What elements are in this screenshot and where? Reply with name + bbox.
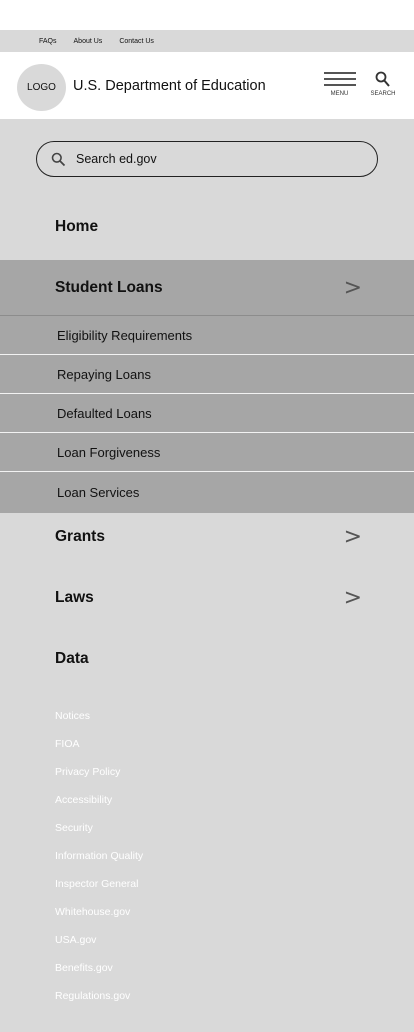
nav-item-label: Student Loans bbox=[55, 278, 163, 296]
footer-link-inspector-general[interactable]: Inspector General bbox=[55, 877, 143, 905]
site-title[interactable]: U.S. Department of Education bbox=[73, 78, 266, 94]
submenu-item-loan-forgiveness[interactable]: Loan Forgiveness bbox=[0, 433, 414, 472]
nav-item-label: Grants bbox=[55, 527, 105, 545]
utility-link-faqs[interactable]: FAQs bbox=[39, 38, 57, 45]
utility-link-about-us[interactable]: About Us bbox=[74, 38, 103, 45]
footer-link-regulations-gov[interactable]: Regulations.gov bbox=[55, 989, 143, 1017]
nav-item-label: Home bbox=[55, 217, 99, 235]
search-icon bbox=[375, 71, 390, 87]
nav-item-data[interactable]: Data bbox=[0, 628, 414, 689]
footer-links: Notices FIOA Privacy Policy Accessibilit… bbox=[55, 709, 143, 1017]
chevron-right-icon: > bbox=[343, 275, 362, 300]
footer-link-whitehouse[interactable]: Whitehouse.gov bbox=[55, 905, 143, 933]
nav-item-laws[interactable]: Laws > bbox=[0, 567, 414, 628]
utility-bar: FAQs About Us Contact Us bbox=[0, 30, 414, 52]
chevron-right-icon: > bbox=[343, 585, 362, 610]
search-button[interactable]: SEARCH bbox=[369, 71, 397, 97]
footer-link-security[interactable]: Security bbox=[55, 821, 143, 849]
footer-link-fioa[interactable]: FIOA bbox=[55, 737, 143, 765]
logo[interactable]: LOGO bbox=[17, 64, 66, 111]
submenu-item-repaying-loans[interactable]: Repaying Loans bbox=[0, 355, 414, 394]
submenu-item-defaulted-loans[interactable]: Defaulted Loans bbox=[0, 394, 414, 433]
hamburger-icon bbox=[323, 71, 356, 88]
nav-item-home[interactable]: Home bbox=[0, 196, 414, 257]
top-spacer bbox=[0, 0, 414, 30]
search-label: SEARCH bbox=[370, 91, 396, 97]
site-header: LOGO U.S. Department of Education MENU S… bbox=[0, 52, 414, 119]
footer-link-notices[interactable]: Notices bbox=[55, 709, 143, 737]
footer-link-usa-gov[interactable]: USA.gov bbox=[55, 933, 143, 961]
nav-item-student-loans[interactable]: Student Loans > bbox=[0, 260, 414, 316]
chevron-right-icon: > bbox=[343, 524, 362, 549]
footer-link-privacy-policy[interactable]: Privacy Policy bbox=[55, 765, 143, 793]
nav-item-label: Laws bbox=[55, 588, 94, 606]
student-loans-submenu: Eligibility Requirements Repaying Loans … bbox=[0, 316, 414, 513]
search-icon bbox=[51, 152, 66, 166]
search-field[interactable] bbox=[36, 141, 378, 177]
nav-item-grants[interactable]: Grants > bbox=[0, 506, 414, 567]
menu-button[interactable]: MENU bbox=[323, 71, 356, 103]
submenu-item-eligibility[interactable]: Eligibility Requirements bbox=[0, 316, 414, 355]
footer-link-accessibility[interactable]: Accessibility bbox=[55, 793, 143, 821]
utility-link-contact-us[interactable]: Contact Us bbox=[119, 38, 154, 45]
nav-panel: Home Student Loans > Eligibility Require… bbox=[0, 119, 414, 1032]
search-input[interactable] bbox=[76, 152, 336, 166]
footer-link-information-quality[interactable]: Information Quality bbox=[55, 849, 143, 877]
footer-link-benefits-gov[interactable]: Benefits.gov bbox=[55, 961, 143, 989]
menu-label: MENU bbox=[330, 91, 349, 97]
nav-item-label: Data bbox=[55, 649, 89, 667]
